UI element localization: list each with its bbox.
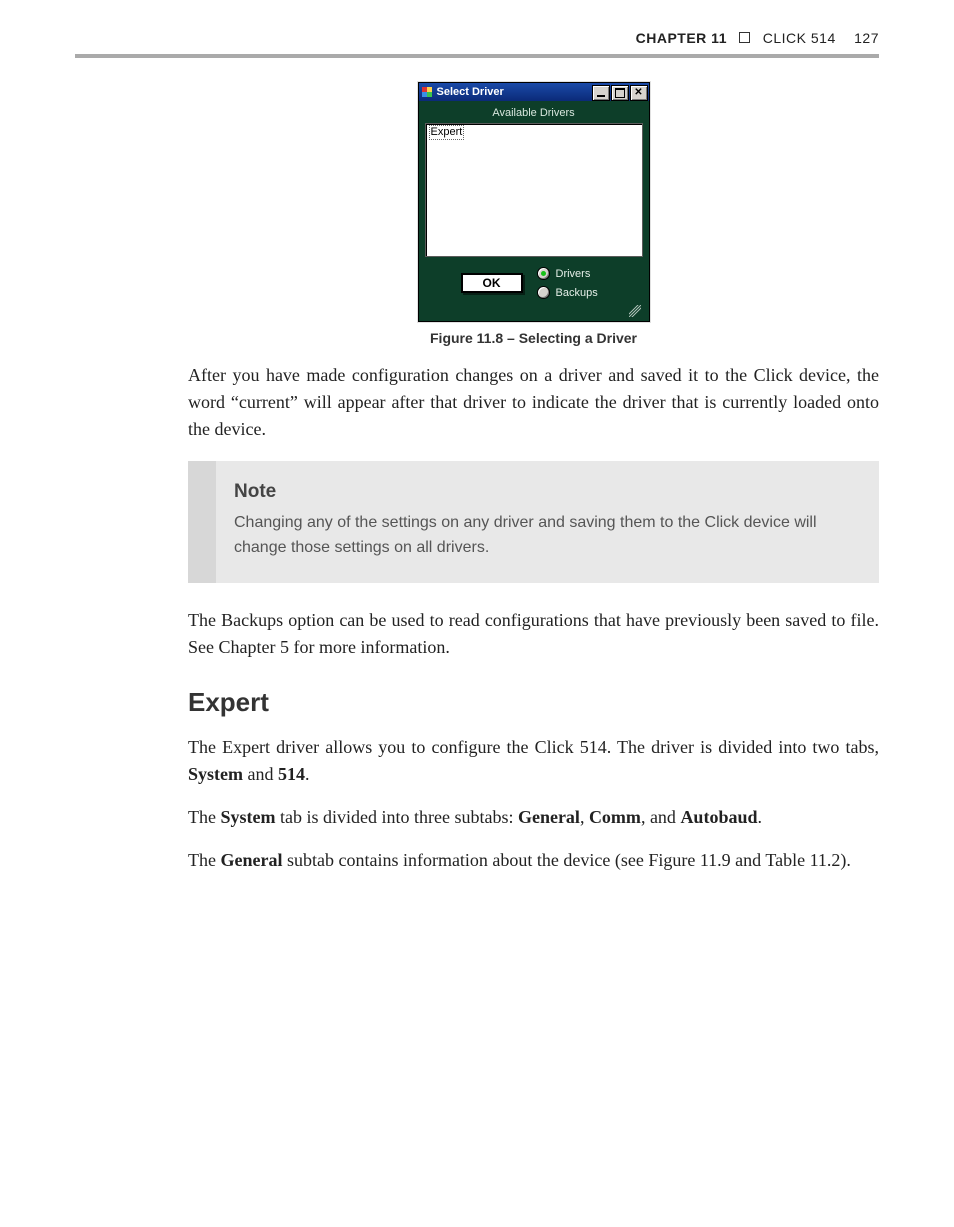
note-box: Note Changing any of the settings on any… [188, 461, 879, 583]
resize-gripper-icon[interactable] [425, 305, 643, 317]
ok-button[interactable]: OK [461, 273, 523, 293]
body-paragraph: After you have made configuration change… [188, 362, 879, 443]
text-run: . [757, 807, 762, 827]
list-item[interactable]: Expert [429, 125, 465, 140]
radio-icon [537, 267, 550, 280]
dialog-titlebar[interactable]: Select Driver ✕ [419, 83, 649, 101]
text-bold: Autobaud [680, 807, 757, 827]
text-bold: System [220, 807, 275, 827]
content-area: Select Driver ✕ Available Drivers Expert… [188, 82, 879, 874]
section-label: CLICK 514 [763, 30, 836, 46]
text-run: , [580, 807, 589, 827]
text-run: The [188, 850, 220, 870]
page-number: 127 [854, 30, 879, 46]
body-paragraph: The Expert driver allows you to configur… [188, 734, 879, 788]
text-bold: General [220, 850, 282, 870]
figure-wrap: Select Driver ✕ Available Drivers Expert… [188, 82, 879, 346]
minimize-button[interactable] [592, 85, 610, 101]
text-run: The Expert driver allows you to configur… [188, 737, 879, 757]
header-bullet-icon [739, 32, 750, 43]
text-bold: 514 [278, 764, 305, 784]
text-run: tab is divided into three subtabs: [275, 807, 517, 827]
running-head: CHAPTER 11 CLICK 514 127 [75, 30, 879, 46]
chapter-label: CHAPTER 11 [636, 30, 727, 46]
text-run: subtab contains information about the de… [282, 850, 850, 870]
header-rule [75, 54, 879, 58]
backups-radio[interactable]: Backups [537, 286, 598, 299]
radio-icon [537, 286, 550, 299]
text-run: The [188, 807, 220, 827]
text-run: , and [641, 807, 681, 827]
radio-label: Drivers [556, 268, 591, 280]
page: CHAPTER 11 CLICK 514 127 Select Driver ✕… [0, 0, 954, 1227]
drivers-radio[interactable]: Drivers [537, 267, 598, 280]
radio-label: Backups [556, 287, 598, 299]
body-paragraph: The Backups option can be used to read c… [188, 607, 879, 661]
dialog-title: Select Driver [435, 83, 592, 101]
body-paragraph: The System tab is divided into three sub… [188, 804, 879, 831]
close-icon: ✕ [634, 88, 642, 98]
drivers-listbox[interactable]: Expert [425, 123, 643, 257]
text-run: and [243, 764, 278, 784]
figure-caption: Figure 11.8 – Selecting a Driver [188, 330, 879, 346]
text-bold: General [518, 807, 580, 827]
dialog-body: Available Drivers Expert OK Drivers [419, 101, 649, 321]
maximize-button[interactable] [611, 85, 629, 101]
expert-heading: Expert [188, 687, 879, 718]
body-paragraph: The General subtab contains information … [188, 847, 879, 874]
text-bold: System [188, 764, 243, 784]
note-title: Note [234, 481, 851, 503]
text-run: . [305, 764, 310, 784]
close-button[interactable]: ✕ [630, 85, 648, 101]
dialog-button-row: OK Drivers Backups [425, 257, 643, 305]
radio-group: Drivers Backups [537, 267, 598, 299]
app-icon [419, 83, 435, 101]
text-bold: Comm [589, 807, 641, 827]
note-body: Changing any of the settings on any driv… [234, 511, 851, 561]
select-driver-dialog: Select Driver ✕ Available Drivers Expert… [418, 82, 650, 322]
available-drivers-label: Available Drivers [425, 107, 643, 119]
